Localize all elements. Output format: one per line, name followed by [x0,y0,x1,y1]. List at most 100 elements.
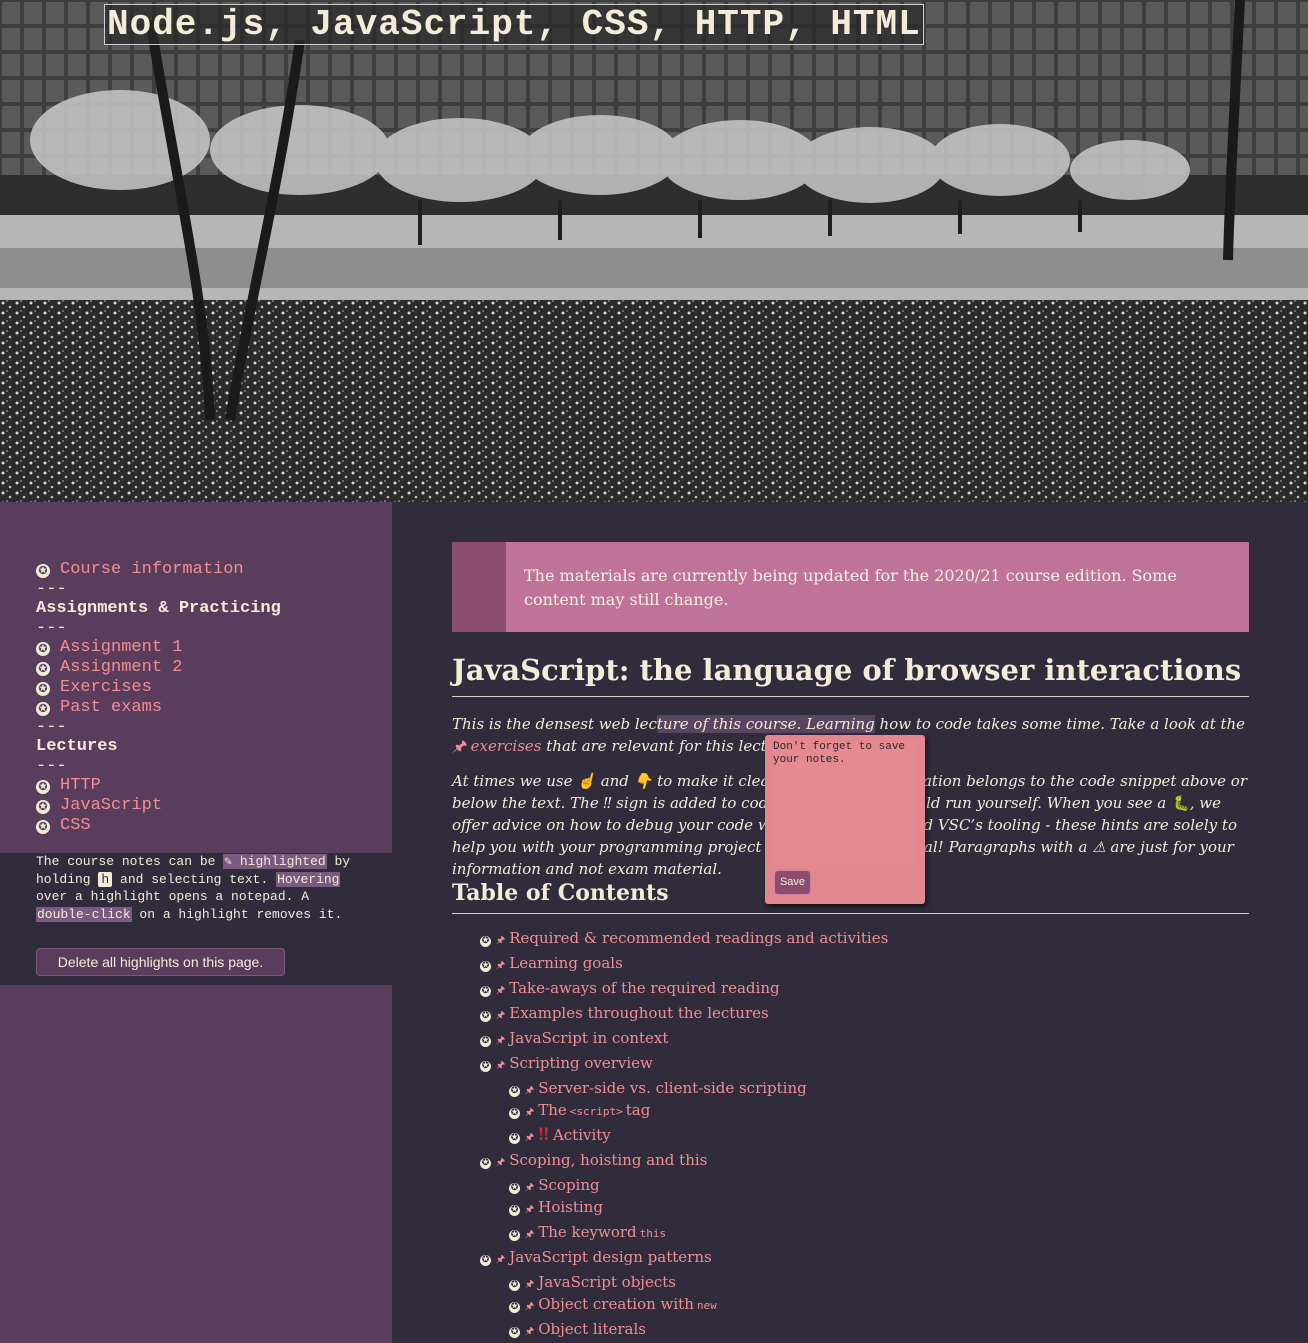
toc-item[interactable]: ✪ 🖈 Scoping, hoisting and this [480,1149,888,1174]
sidebar-link[interactable]: ✪ HTTP [36,776,281,796]
toc-link-label[interactable]: Examples throughout the lectures [509,1004,768,1022]
toc-link-label[interactable]: Take-aways of the required reading [509,979,779,997]
bullet-icon: ✪ [509,1230,520,1241]
sidebar-link-label[interactable]: Course information [60,560,244,579]
notice-bar [452,542,506,632]
sidebar-separator: --- [36,718,67,737]
bullet-icon: ✪ [509,1086,520,1097]
sidebar-link[interactable]: ✪ Exercises [36,678,281,698]
highlight-example: ✎ highlighted [223,854,327,869]
toc-item[interactable]: ✪ 🖈 Learning goals [480,952,888,977]
sidebar-separator: --- [36,757,67,776]
bullet-icon: ✪ [36,800,50,814]
toc-link-label[interactable]: Learning goals [509,954,623,972]
sidebar-link-label[interactable]: HTTP [60,776,101,795]
toc-subitem[interactable]: ✪ 🖈 Hoisting [480,1196,888,1221]
toc-subitem[interactable]: ✪ 🖈 The keyword this [480,1221,888,1246]
sidebar-link-label[interactable]: Exercises [60,678,152,697]
pin-icon: 🖈 [496,960,506,971]
sidebar-heading-label: Lectures [36,737,118,756]
toc-subitem[interactable]: ✪ 🖈 JavaScript objects [480,1271,888,1293]
bullet-icon: ✪ [480,936,491,947]
pin-icon: 🖈 [496,1035,506,1046]
toc-subitem[interactable]: ✪ 🖈 The <script> tag [480,1099,888,1124]
toc-subitem[interactable]: ✪ 🖈 ‼ Activity [480,1124,888,1149]
pin-icon: 🖈 [525,1132,535,1143]
pin-icon: 🖈 [525,1229,535,1240]
main-content: The materials are currently being update… [392,502,1308,1343]
toc-link-label[interactable]: Server-side vs. client-side scripting [538,1079,807,1097]
pin-icon: 🖈 [525,1279,535,1290]
toc-link-label[interactable]: JavaScript design patterns [509,1248,711,1266]
bullet-icon: ✪ [509,1108,520,1119]
pin-icon: 🖈 [525,1085,535,1096]
toc-link-label[interactable]: Scripting overview [509,1054,653,1072]
bullet-icon: ✪ [36,662,50,676]
update-notice: The materials are currently being update… [452,542,1249,632]
bullet-icon: ✪ [480,1158,491,1169]
bullet-icon: ✪ [480,961,491,972]
toc-link-label[interactable]: Required & recommended readings and acti… [509,929,888,947]
sidebar-separator: --- [36,619,67,638]
toc-link-label[interactable]: Object creation with [538,1295,694,1313]
toc-link-label[interactable]: The keyword [538,1223,636,1241]
h-key: h [98,871,113,887]
toc-link-label[interactable]: Scoping [538,1176,599,1194]
toc-link-label[interactable]: Scoping, hoisting and this [509,1151,707,1169]
toc-subitem[interactable]: ✪ 🖈 Object creation with new [480,1293,888,1318]
sidebar-link[interactable]: ✪ Assignment 1 [36,638,281,658]
sidebar-link-label[interactable]: JavaScript [60,796,162,815]
delete-highlights-button[interactable]: Delete all highlights on this page. [36,948,285,976]
bullet-icon: ✪ [509,1280,520,1291]
sidebar-link-label[interactable]: Assignment 2 [60,658,182,677]
bullet-icon: ✪ [480,1061,491,1072]
toc-subitem[interactable]: ✪ 🖈 Server-side vs. client-side scripting [480,1077,888,1099]
toc-subitem[interactable]: ✪ 🖈 Object literals [480,1318,888,1343]
sidebar-link-label[interactable]: Past exams [60,698,162,717]
pin-icon: 🖈 [525,1204,535,1215]
toc-link-label[interactable]: The [538,1101,567,1119]
note-textarea[interactable]: Don't forget to save your notes. [773,741,916,863]
sidebar-nav: ✪ Course information --- Assignments & Prac… [36,560,281,836]
toc-item[interactable]: ✪ 🖈 JavaScript in context [480,1027,888,1052]
notice-text: The materials are currently being update… [524,566,1177,609]
sidebar-link[interactable]: ✪ Assignment 2 [36,658,281,678]
toc-subitem[interactable]: ✪ 🖈 Scoping [480,1174,888,1196]
pin-icon: 🖈 [496,935,506,946]
toc-link-label[interactable]: JavaScript in context [509,1029,668,1047]
toc-link-label[interactable]: Object literals [538,1320,646,1338]
bullet-icon: ✪ [509,1183,520,1194]
toc-item[interactable]: ✪ 🖈 Examples throughout the lectures [480,1002,888,1027]
toc-link-suffix[interactable]: tag [626,1101,651,1119]
toc-item[interactable]: ✪ 🖈 JavaScript design patterns [480,1246,888,1271]
sidebar-section-heading: Assignments & Practicing [36,599,281,619]
double-click-example: double-click [36,906,132,922]
toc-item[interactable]: ✪ 🖈 Scripting overview [480,1052,888,1077]
sidebar-link[interactable]: ✪ CSS [36,816,281,836]
bullet-icon: ✪ [509,1133,520,1144]
toc-code: new [696,1299,717,1312]
sidebar-link[interactable]: ✪ Course information [36,560,281,580]
toc-item[interactable]: ✪ 🖈 Required & recommended readings and ac… [480,927,888,952]
sidebar-link[interactable]: ✪ JavaScript [36,796,281,816]
bullet-icon: ✪ [509,1302,520,1313]
sidebar-link-label[interactable]: CSS [60,816,91,835]
save-note-button[interactable]: Save [774,870,811,895]
toc-link-label[interactable]: Activity [553,1126,611,1144]
user-highlight[interactable]: ture of this course. Learning [656,715,875,733]
toc-link-label[interactable]: Hoisting [538,1198,603,1216]
bullet-icon: ✪ [36,564,50,578]
site-title[interactable]: Node.js, JavaScript, CSS, HTTP, HTML [104,4,924,45]
bullet-icon: ✪ [36,682,50,696]
toc-item[interactable]: ✪ 🖈 Take-aways of the required reading [480,977,888,1002]
toc-link-label[interactable]: JavaScript objects [538,1273,676,1291]
hero-banner: Node.js, JavaScript, CSS, HTTP, HTML [0,0,1308,502]
bullet-icon: ✪ [509,1327,520,1338]
sidebar-link-label[interactable]: Assignment 1 [60,638,182,657]
table-of-contents: ✪ 🖈 Required & recommended readings and ac… [480,927,888,1343]
pin-icon: 🖈 [525,1301,535,1312]
exercises-link[interactable]: 🖈 exercises [452,737,542,755]
bullet-icon: ✪ [36,642,50,656]
highlight-help-panel: The course notes can be ✎ highlighted by… [0,853,392,985]
sidebar-link[interactable]: ✪ Past exams [36,698,281,718]
